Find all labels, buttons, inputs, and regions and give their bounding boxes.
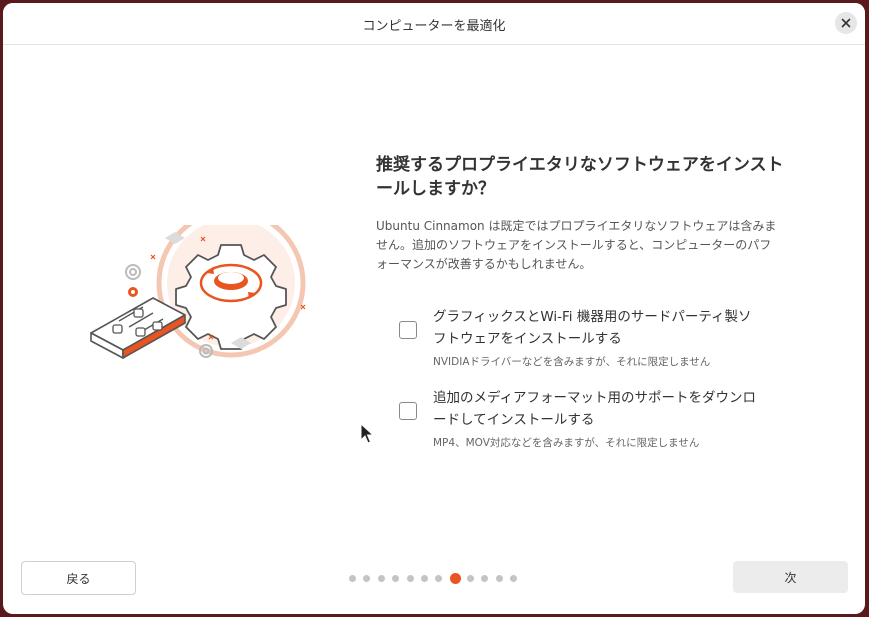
pagination-dot <box>466 574 474 582</box>
page-description: Ubuntu Cinnamon は既定ではプロプライエタリなソフトウェアは含みま… <box>376 219 777 271</box>
pagination-dot <box>495 574 503 582</box>
mixer-sliders-icon <box>90 297 186 359</box>
installer-window: コンピューターを最適化 推奨するプロプライエタリなソフトウェアをインストールしま… <box>3 3 865 614</box>
thirdparty-label: グラフィックスとWi-Fi 機器用のサードパーティ製ソフトウェアをインストールす… <box>433 309 752 347</box>
pagination-dot <box>349 574 356 582</box>
close-button[interactable] <box>835 12 857 34</box>
media-formats-checkbox[interactable] <box>399 402 417 420</box>
optimize-illustration <box>90 225 306 359</box>
pagination-dot <box>420 574 428 582</box>
pagination-dot <box>481 574 489 582</box>
thirdparty-checkbox[interactable] <box>399 321 417 339</box>
thirdparty-sublabel: NVIDIAドライバーなどを含みますが、それに限定しません <box>433 356 711 368</box>
pagination-dot-active <box>449 572 461 584</box>
pagination-dot <box>377 574 385 582</box>
next-button[interactable]: 次 <box>733 561 848 593</box>
pagination-dot <box>435 574 443 582</box>
media-formats-sublabel: MP4、MOV対応などを含みますが、それに限定しません <box>433 437 700 449</box>
option-media-formats[interactable]: 追加のメディアフォーマット用のサポートをダウンロードしてインストールする MP4… <box>399 387 769 449</box>
close-icon <box>841 18 851 28</box>
page-heading: 推奨するプロプライエタリなソフトウェアをインストールしますか？ <box>376 155 784 199</box>
pagination-dots <box>349 572 524 584</box>
media-formats-label: 追加のメディアフォーマット用のサポートをダウンロードしてインストールする <box>433 390 757 428</box>
back-button[interactable]: 戻る <box>21 561 136 595</box>
pagination-dot <box>509 574 517 582</box>
titlebar: コンピューターを最適化 <box>3 3 865 45</box>
gear-icon <box>175 244 287 350</box>
pagination-dot <box>406 574 414 582</box>
pagination-dot <box>392 574 400 582</box>
pagination-dot <box>363 574 371 582</box>
option-thirdparty-software[interactable]: グラフィックスとWi-Fi 機器用のサードパーティ製ソフトウェアをインストールす… <box>399 306 769 368</box>
mouse-pointer-icon <box>360 423 374 444</box>
window-title: コンピューターを最適化 <box>362 19 506 34</box>
